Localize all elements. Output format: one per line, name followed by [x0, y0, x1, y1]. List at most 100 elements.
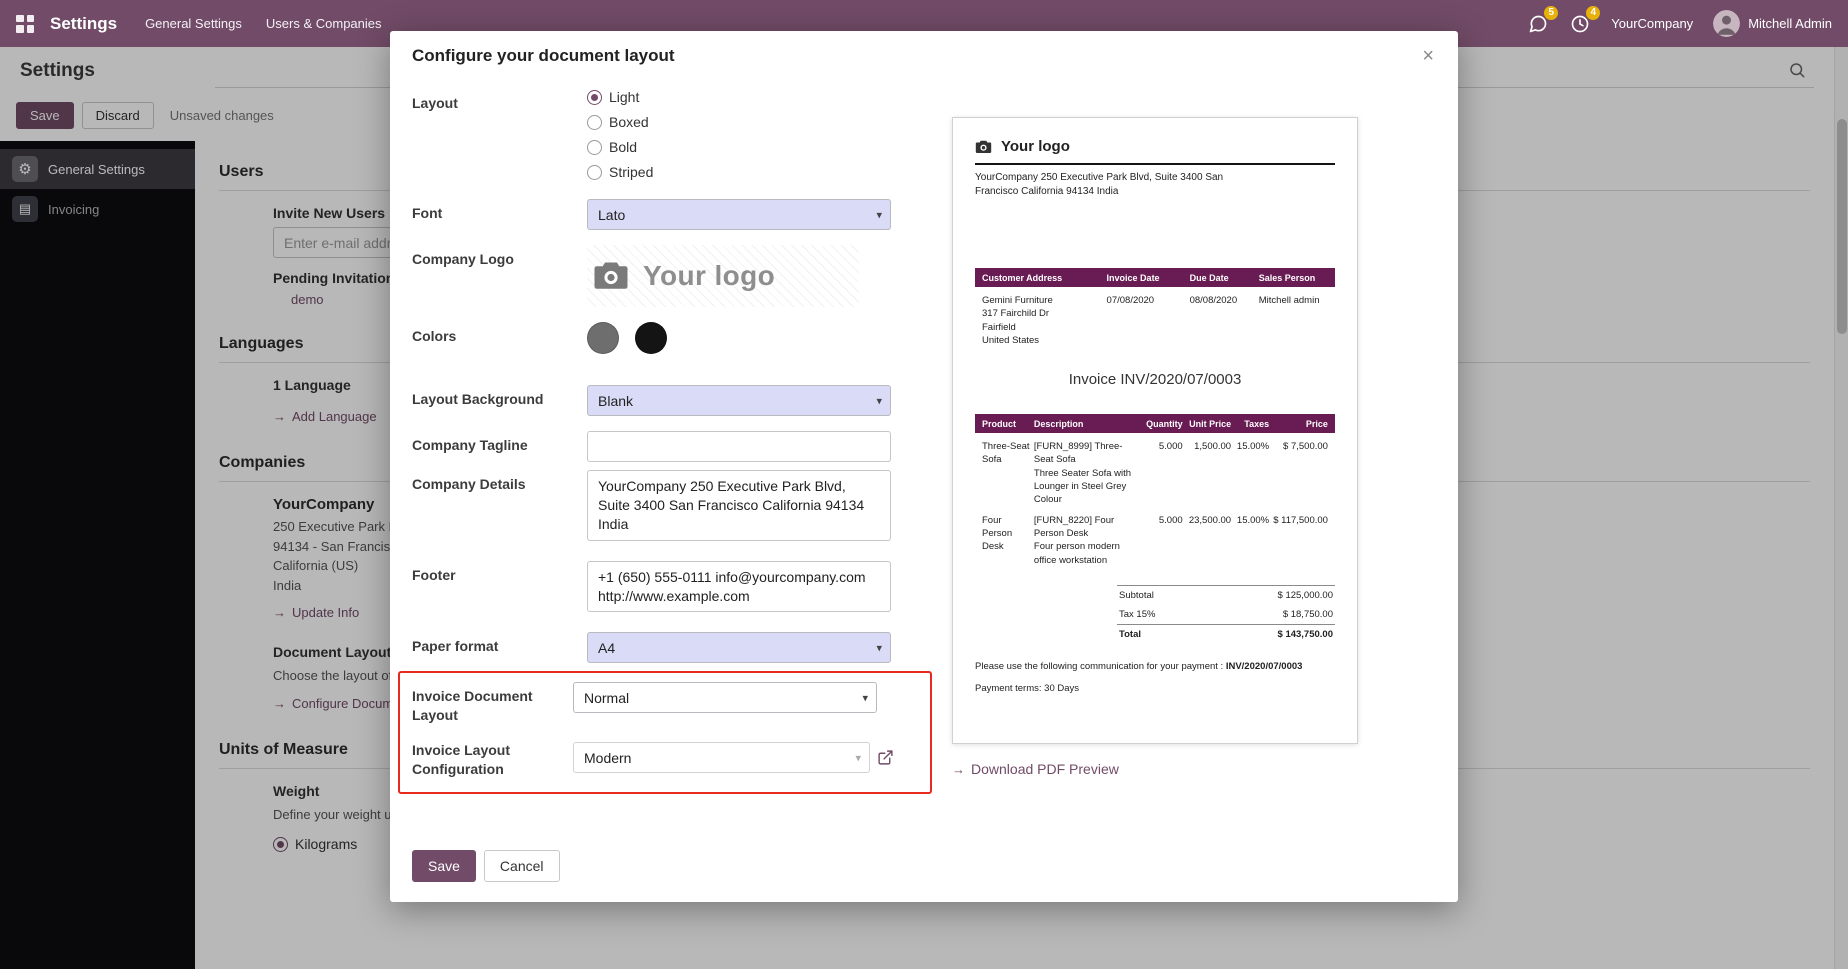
radio-dot	[587, 115, 602, 130]
line-product: Four Person Desk	[982, 514, 1034, 567]
font-select[interactable]: Lato ▾	[587, 199, 891, 230]
radio-dot	[587, 165, 602, 180]
preview-lines-header: Product Description Quantity Unit Price …	[975, 414, 1335, 433]
radio-layout-bold[interactable]: Bold	[587, 139, 891, 155]
avatar	[1713, 10, 1740, 37]
invoice-layout-configuration-select[interactable]: Modern ▾	[573, 742, 870, 773]
company-logo-upload[interactable]: Your logo	[587, 245, 859, 307]
radio-dot	[587, 140, 602, 155]
modal-body: Layout Light Boxed Bold Striped Font Lat…	[390, 77, 1458, 836]
font-label: Font	[412, 199, 587, 230]
company-logo-label: Company Logo	[412, 245, 587, 307]
app-title[interactable]: Settings	[50, 14, 117, 34]
external-link-icon[interactable]	[877, 749, 894, 766]
invoice-layout-configuration-value: Modern	[584, 750, 631, 766]
layout-background-label: Layout Background	[412, 385, 587, 416]
invoice-document-layout-select[interactable]: Normal ▾	[573, 682, 877, 713]
chevron-down-icon: ▾	[862, 691, 868, 704]
colors-label: Colors	[412, 322, 587, 359]
modal-title: Configure your document layout	[412, 46, 675, 66]
chevron-down-icon: ▾	[876, 394, 882, 407]
invoice-line-row: Three-Seat Sofa [FURN_8999] Three-Seat S…	[975, 433, 1335, 506]
total-label: Total	[1119, 629, 1141, 640]
line-description: [FURN_8999] Three-Seat Sofa Three Seater…	[1034, 440, 1138, 506]
modal-save-button[interactable]: Save	[412, 850, 476, 882]
apps-menu-icon[interactable]	[16, 15, 34, 33]
radio-label: Striped	[609, 164, 653, 180]
radio-layout-boxed[interactable]: Boxed	[587, 114, 891, 130]
invoice-layout-configuration-label: Invoice Layout Configuration	[412, 736, 573, 779]
radio-label: Light	[609, 89, 639, 105]
preview-logo: Your logo	[975, 138, 1335, 155]
footer-textarea[interactable]: +1 (650) 555-0111 info@yourcompany.com h…	[587, 561, 891, 613]
subtotal-value: $ 125,000.00	[1278, 590, 1333, 601]
camera-icon	[975, 140, 992, 154]
paper-format-label: Paper format	[412, 632, 587, 663]
line-price: $ 117,500.00	[1269, 514, 1328, 567]
arrow-icon: →	[952, 762, 965, 777]
invoice-date: 07/08/2020	[1107, 294, 1190, 347]
col-sales-person: Sales Person	[1259, 273, 1328, 283]
download-pdf-preview-link[interactable]: → Download PDF Preview	[952, 761, 1119, 777]
company-details-label: Company Details	[412, 470, 587, 546]
user-name: Mitchell Admin	[1748, 16, 1832, 31]
activities-icon[interactable]: 4	[1569, 13, 1591, 35]
company-tagline-input[interactable]	[587, 431, 891, 462]
col-customer-address: Customer Address	[982, 273, 1107, 283]
line-unit-price: 1,500.00	[1183, 440, 1231, 506]
tax-label: Tax 15%	[1119, 609, 1155, 620]
nav-menu-general-settings[interactable]: General Settings	[145, 16, 242, 31]
footer-label: Footer	[412, 561, 587, 618]
radio-label: Bold	[609, 139, 637, 155]
user-menu[interactable]: Mitchell Admin	[1713, 10, 1832, 37]
line-price: $ 7,500.00	[1269, 440, 1328, 506]
col-due-date: Due Date	[1190, 273, 1259, 283]
radio-layout-striped[interactable]: Striped	[587, 164, 891, 180]
payment-reference: INV/2020/07/0003	[1226, 661, 1303, 672]
invoice-document-layout-label: Invoice Document Layout	[412, 682, 573, 725]
modal-cancel-button[interactable]: Cancel	[484, 850, 560, 882]
color-swatch-black[interactable]	[635, 322, 667, 354]
layout-label: Layout	[412, 89, 587, 189]
preview-logo-text: Your logo	[1001, 138, 1070, 155]
preview-invoice-title: Invoice INV/2020/07/0003	[975, 371, 1335, 388]
invoice-preview: Your logo YourCompany 250 Executive Park…	[952, 117, 1358, 744]
preview-company-address: YourCompany 250 Executive Park Blvd, Sui…	[975, 171, 1225, 198]
radio-layout-light[interactable]: Light	[587, 89, 891, 105]
layout-background-select[interactable]: Blank ▾	[587, 385, 891, 416]
subtotal-label: Subtotal	[1119, 590, 1154, 601]
sales-person: Mitchell admin	[1259, 294, 1328, 347]
line-product: Three-Seat Sofa	[982, 440, 1034, 506]
tax-value: $ 18,750.00	[1283, 609, 1333, 620]
layout-background-value: Blank	[598, 393, 633, 409]
line-taxes: 15.00%	[1231, 440, 1269, 506]
col-product: Product	[982, 419, 1034, 429]
download-pdf-preview-label: Download PDF Preview	[971, 761, 1119, 777]
total-value: $ 143,750.00	[1278, 629, 1333, 640]
modal-footer: Save Cancel	[390, 836, 1458, 902]
col-price: Price	[1269, 419, 1328, 429]
radio-label: Boxed	[609, 114, 649, 130]
paper-format-value: A4	[598, 640, 615, 656]
company-switcher[interactable]: YourCompany	[1611, 16, 1693, 31]
camera-icon	[593, 261, 629, 291]
messages-badge: 5	[1544, 6, 1558, 20]
chevron-down-icon: ▾	[855, 751, 861, 764]
invoice-document-layout-value: Normal	[584, 690, 629, 706]
invoice-line-row: Four Person Desk [FURN_8220] Four Person…	[975, 507, 1335, 567]
payment-communication-note: Please use the following communication f…	[975, 661, 1335, 672]
activities-badge: 4	[1586, 6, 1600, 20]
payment-terms: Payment terms: 30 Days	[975, 683, 1335, 694]
messages-icon[interactable]: 5	[1527, 13, 1549, 35]
company-details-textarea[interactable]: YourCompany 250 Executive Park Blvd, Sui…	[587, 470, 891, 541]
paper-format-select[interactable]: A4 ▾	[587, 632, 891, 663]
customer-address: Gemini Furniture 317 Fairchild Dr Fairfi…	[982, 294, 1107, 347]
color-swatch-gray[interactable]	[587, 322, 619, 354]
screen: Settings General Settings Users & Compan…	[0, 0, 1848, 969]
line-taxes: 15.00%	[1231, 514, 1269, 567]
preview-customer-row: Gemini Furniture 317 Fairchild Dr Fairfi…	[975, 287, 1335, 347]
payment-note-text: Please use the following communication f…	[975, 661, 1223, 672]
col-invoice-date: Invoice Date	[1107, 273, 1190, 283]
close-icon[interactable]: ×	[1420, 46, 1436, 66]
nav-menu-users-companies[interactable]: Users & Companies	[266, 16, 382, 31]
